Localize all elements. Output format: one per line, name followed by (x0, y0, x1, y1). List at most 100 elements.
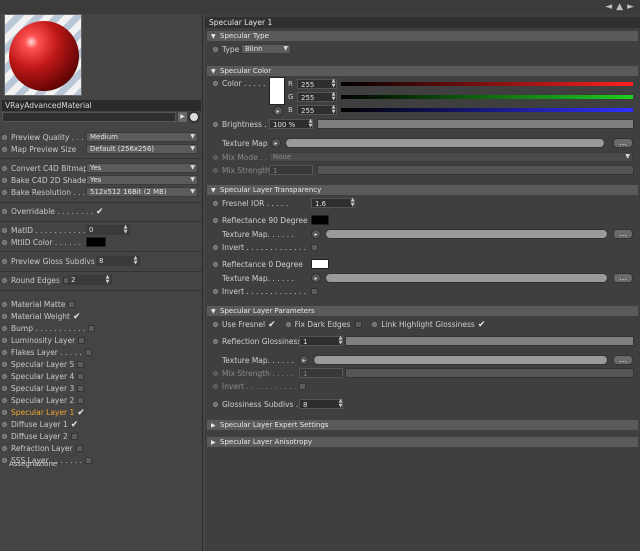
map-preview-size-dropdown[interactable]: Default (256x256) ▼ (86, 144, 198, 154)
reflection-glossiness-slider[interactable] (345, 336, 634, 346)
invert-checkbox[interactable] (311, 288, 318, 295)
layer-checkbox[interactable] (77, 385, 85, 392)
texture-map-slot[interactable] (313, 355, 608, 365)
reflectance-0-swatch[interactable] (311, 259, 329, 269)
animate-dot-icon[interactable] (2, 302, 7, 307)
texture-map-browse-button[interactable]: ... (613, 273, 633, 283)
section-specular-layer-anisotropy[interactable]: ▶ Specular Layer Anisotropy (207, 437, 638, 447)
animate-dot-icon[interactable] (213, 339, 218, 344)
animate-dot-icon[interactable] (2, 240, 7, 245)
fix-dark-edges-checkbox[interactable] (355, 321, 363, 328)
layer-checkbox[interactable]: ✔ (73, 312, 81, 322)
animate-dot-icon[interactable] (213, 155, 218, 160)
animate-dot-icon[interactable] (213, 122, 218, 127)
layer-checkbox[interactable] (88, 325, 96, 332)
section-specular-layer-parameters[interactable]: ▼ Specular Layer Parameters (207, 306, 638, 316)
matid-spinner[interactable]: ▲ ▼ (122, 225, 129, 235)
g-spinner[interactable]: ▲ ▼ (330, 92, 337, 102)
animate-dot-icon[interactable] (213, 384, 218, 389)
animate-dot-icon[interactable] (2, 135, 7, 140)
layer-item[interactable]: Material Matte (2, 299, 76, 310)
texture-map-slot[interactable] (325, 229, 608, 239)
reflection-glossiness-spinner[interactable]: ▲ ▼ (337, 336, 344, 346)
layer-checkbox[interactable] (84, 349, 92, 356)
b-spinner[interactable]: ▲ ▼ (330, 105, 337, 115)
material-field[interactable] (2, 112, 176, 122)
texture-map-play-button[interactable]: ▸ (299, 355, 309, 365)
texture-map-browse-button[interactable]: ... (613, 229, 633, 239)
layer-item[interactable]: Specular Layer 3 (2, 383, 85, 394)
texture-map-slot[interactable] (285, 138, 605, 148)
animate-dot-icon[interactable] (2, 190, 7, 195)
layer-item[interactable]: Refraction Layer (2, 443, 83, 454)
bake-c4d-2d-shaders-dropdown[interactable]: Yes ▼ (86, 175, 198, 185)
b-slider[interactable] (341, 108, 633, 112)
texture-map-browse-button[interactable]: ... (613, 138, 633, 148)
mix-mode-dropdown[interactable]: None ▼ (269, 152, 633, 162)
animate-dot-icon[interactable] (213, 81, 218, 86)
animate-dot-icon[interactable] (213, 47, 218, 52)
layer-item[interactable]: Specular Layer 5 (2, 359, 85, 370)
animate-dot-icon[interactable] (2, 446, 7, 451)
bake-resolution-dropdown[interactable]: 512x512 16Bit (2 MB) ▼ (86, 187, 198, 197)
layer-checkbox[interactable]: ✔ (71, 420, 79, 430)
texture-map-browse-button[interactable]: ... (613, 355, 633, 365)
animate-dot-icon[interactable] (213, 371, 218, 376)
animate-dot-icon[interactable] (213, 218, 218, 223)
layer-item[interactable]: Material Weight ✔ (2, 311, 81, 322)
animate-dot-icon[interactable] (2, 362, 7, 367)
mix-strength-input[interactable]: 1 (299, 368, 343, 378)
animate-dot-icon[interactable] (2, 386, 7, 391)
mtlid-color-swatch[interactable] (86, 237, 106, 247)
brightness-spinner[interactable]: ▲ ▼ (307, 119, 314, 129)
layer-item[interactable]: Flakes Layer . . . . . (2, 347, 92, 358)
animate-dot-icon[interactable] (2, 178, 7, 183)
animate-dot-icon[interactable] (213, 201, 218, 206)
preview-gloss-subdivs-spinner[interactable]: ▲ ▼ (132, 256, 139, 266)
layer-checkbox[interactable] (70, 433, 78, 440)
g-slider[interactable] (341, 95, 633, 99)
animate-dot-icon[interactable] (372, 322, 378, 327)
layer-checkbox[interactable] (77, 397, 85, 404)
mix-strength-input[interactable]: 1 (269, 165, 313, 175)
layer-checkbox[interactable] (68, 301, 76, 308)
material-preview[interactable] (4, 14, 82, 96)
up-arrow-icon[interactable]: ▲ (616, 1, 623, 13)
layer-item[interactable]: Specular Layer 1 ✔ (2, 407, 85, 418)
color-swatch[interactable] (269, 77, 285, 105)
section-specular-color[interactable]: ▼ Specular Color (207, 66, 638, 76)
layer-item[interactable]: Luminosity Layer (2, 335, 86, 346)
glossiness-subdivs-spinner[interactable]: ▲ ▼ (337, 399, 344, 409)
animate-dot-icon[interactable] (2, 458, 7, 463)
layer-checkbox[interactable]: ✔ (77, 408, 85, 418)
r-spinner[interactable]: ▲ ▼ (330, 79, 337, 89)
back-arrow-icon[interactable]: ◄ (605, 1, 612, 13)
layer-item[interactable]: Specular Layer 2 (2, 395, 85, 406)
layer-checkbox[interactable] (78, 337, 86, 344)
overridable-checkbox[interactable]: ✔ (96, 207, 104, 217)
texture-map-slot[interactable] (325, 273, 608, 283)
section-specular-type[interactable]: ▼ Specular Type (207, 31, 638, 41)
r-slider[interactable] (341, 82, 633, 86)
animate-dot-icon[interactable] (2, 422, 7, 427)
animate-dot-icon[interactable] (2, 410, 7, 415)
texture-map-play-button[interactable]: ▸ (311, 229, 321, 239)
section-specular-layer-expert-settings[interactable]: ▶ Specular Layer Expert Settings (207, 420, 638, 430)
texture-map-play-button[interactable]: ▸ (271, 138, 281, 148)
animate-dot-icon[interactable] (2, 314, 7, 319)
layer-item[interactable]: Specular Layer 4 (2, 371, 85, 382)
animate-dot-icon[interactable] (2, 398, 7, 403)
texture-map-play-button[interactable]: ▸ (311, 273, 321, 283)
animate-dot-icon[interactable] (213, 168, 218, 173)
color-expand-button[interactable]: ▸ (273, 106, 283, 116)
invert-checkbox[interactable] (311, 244, 318, 251)
convert-c4d-bitmaps-dropdown[interactable]: Yes ▼ (86, 163, 198, 173)
mix-strength-slider[interactable] (317, 165, 634, 175)
animate-dot-icon[interactable] (2, 209, 7, 214)
layer-checkbox[interactable] (77, 373, 85, 380)
brightness-slider[interactable] (317, 119, 634, 129)
round-edges-spinner[interactable]: ▲ ▼ (104, 275, 111, 285)
animate-dot-icon[interactable] (213, 245, 218, 250)
reflectance-90-swatch[interactable] (311, 215, 329, 225)
link-highlight-glossiness-checkbox[interactable]: ✔ (478, 320, 486, 330)
